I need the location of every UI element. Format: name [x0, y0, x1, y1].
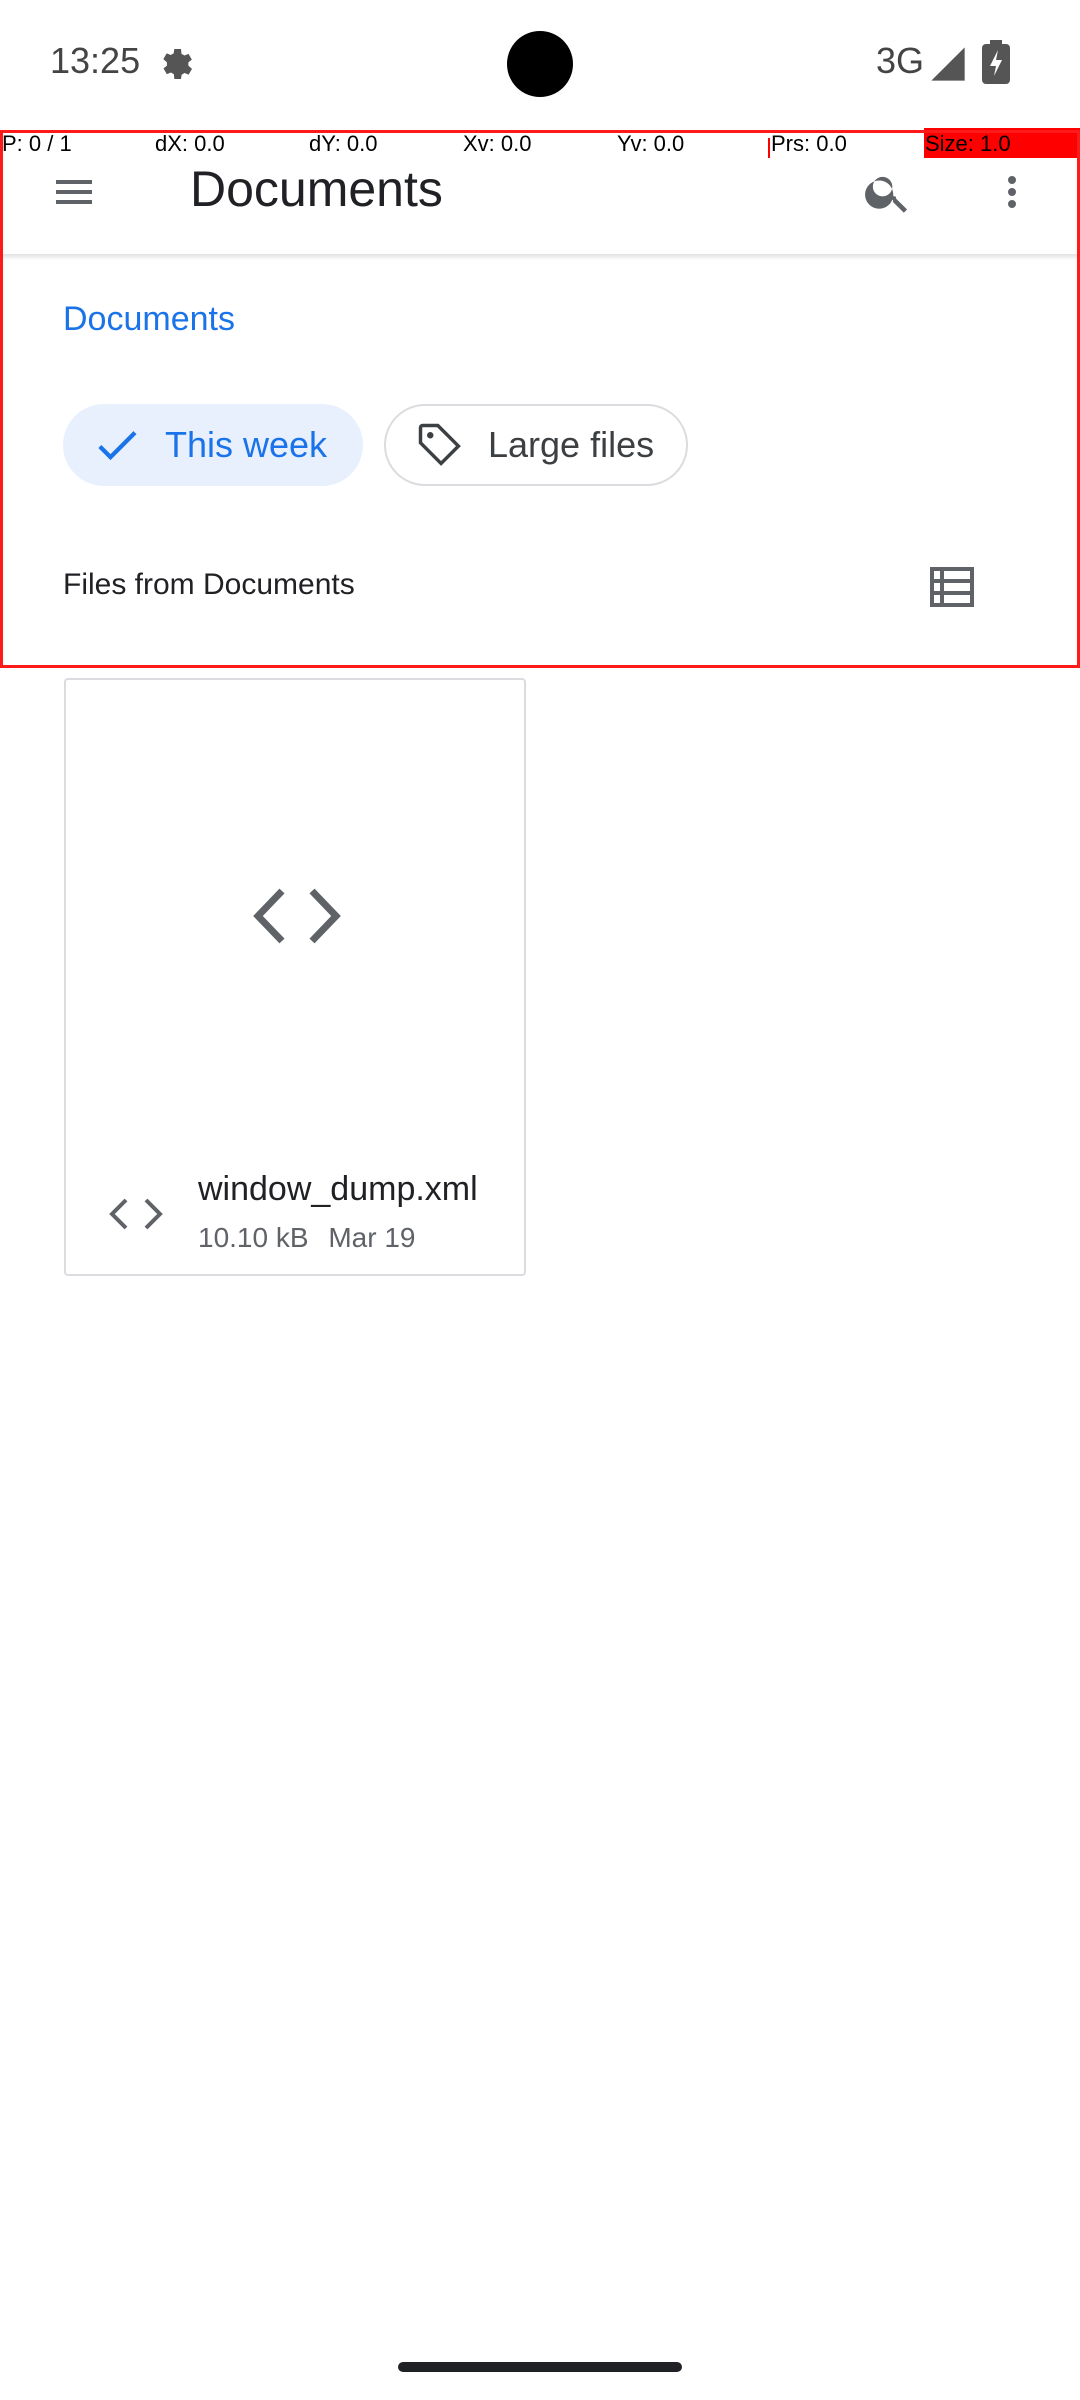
- check-icon: [91, 419, 143, 471]
- code-file-thumbnail-icon: [253, 888, 341, 944]
- signal-icon: [931, 47, 965, 81]
- navigation-menu-button[interactable]: [38, 156, 110, 228]
- battery-icon: [982, 40, 1010, 84]
- file-size: 10.10 kB: [198, 1222, 309, 1253]
- breadcrumb[interactable]: Documents: [63, 300, 235, 339]
- section-title: Files from Documents: [63, 568, 355, 601]
- chip-label: This week: [165, 424, 328, 465]
- search-button[interactable]: [852, 156, 924, 228]
- file-meta: 10.10 kB Mar 19: [198, 1222, 415, 1254]
- more-options-button[interactable]: [976, 156, 1048, 228]
- label-tag-icon: [414, 419, 466, 471]
- chip-large-files[interactable]: Large files: [384, 404, 688, 486]
- status-time: 13:25: [50, 40, 141, 81]
- chip-this-week[interactable]: This week: [63, 404, 363, 486]
- search-icon: [865, 176, 908, 213]
- settings-gear-icon: [163, 49, 192, 79]
- page-title: Documents: [190, 161, 443, 217]
- file-name: window_dump.xml: [198, 1170, 478, 1208]
- chip-label: Large files: [488, 424, 655, 465]
- camera-cutout: [507, 31, 573, 97]
- code-file-type-icon: [109, 1198, 163, 1230]
- list-view-toggle-button[interactable]: [922, 560, 982, 614]
- file-card[interactable]: window_dump.xml 10.10 kB Mar 19: [64, 678, 526, 1276]
- list-view-icon: [930, 567, 974, 607]
- more-vert-icon: [1008, 176, 1016, 208]
- file-date: Mar 19: [328, 1222, 416, 1253]
- status-bar: 13:25 3G: [0, 0, 1080, 128]
- app-bar: Documents: [0, 134, 1080, 254]
- network-type: 3G: [876, 40, 925, 81]
- hamburger-menu-icon: [56, 180, 92, 204]
- home-gesture-bar[interactable]: [398, 2362, 682, 2372]
